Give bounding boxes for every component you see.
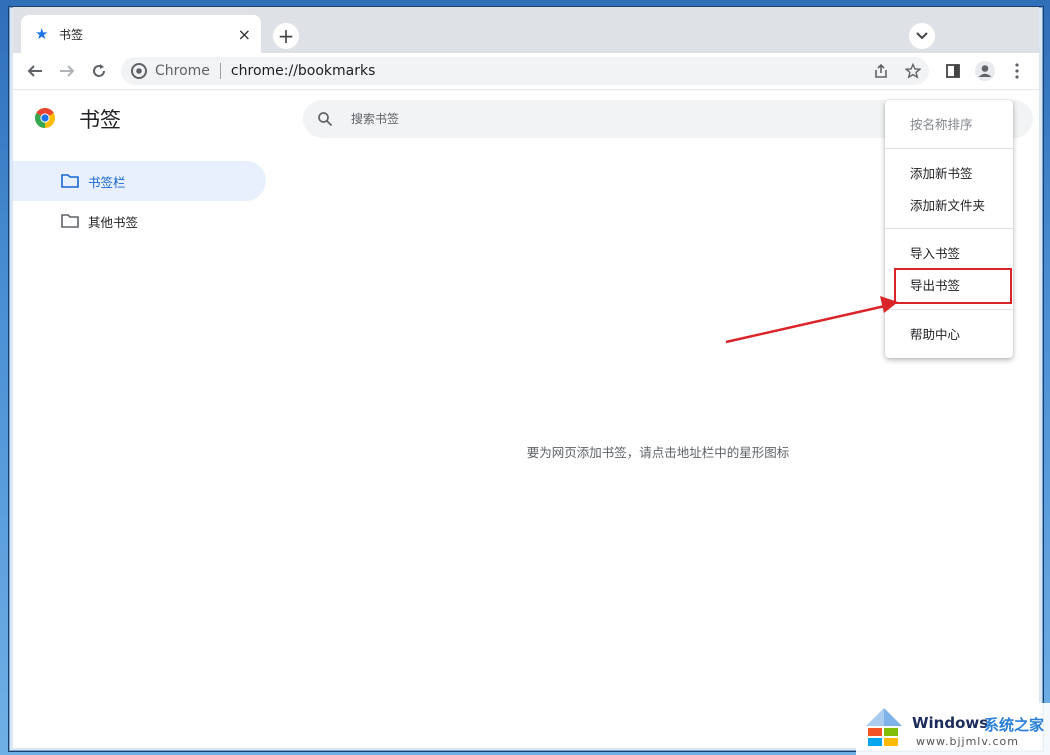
windows-logo-icon (866, 708, 902, 746)
watermark-url: www.bjjmlv.com (916, 735, 1019, 748)
watermark-brand: Windows (912, 714, 989, 732)
watermark-suffix: 系统之家 (984, 716, 1045, 734)
annotation-arrow (725, 296, 898, 344)
